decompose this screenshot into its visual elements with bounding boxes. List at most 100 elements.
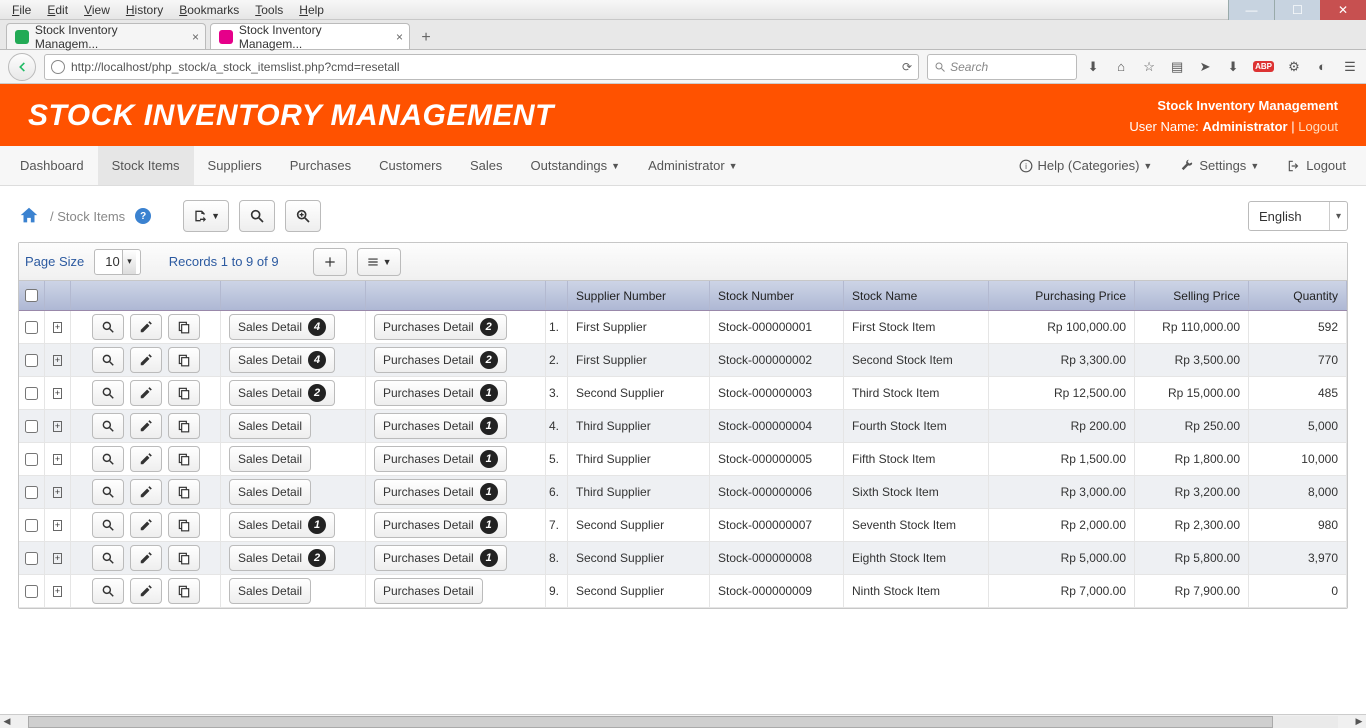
expand-icon[interactable]: +	[53, 520, 62, 531]
clipboard-icon[interactable]: ▤	[1169, 59, 1185, 75]
back-button[interactable]	[8, 53, 36, 81]
column-purchasing-price[interactable]: Purchasing Price	[989, 281, 1135, 310]
expand-icon[interactable]: +	[53, 553, 62, 564]
column-supplier[interactable]: Supplier Number	[568, 281, 710, 310]
edit-button[interactable]	[130, 413, 162, 439]
sales-detail-button[interactable]: Sales Detail	[229, 413, 311, 439]
view-button[interactable]	[92, 314, 124, 340]
purchases-detail-button[interactable]: Purchases Detail1	[374, 380, 507, 406]
bookmark-star-icon[interactable]: ☆	[1141, 59, 1157, 75]
purchases-detail-button[interactable]: Purchases Detail	[374, 578, 483, 604]
nav-logout[interactable]: Logout	[1273, 146, 1360, 185]
nav-purchases[interactable]: Purchases	[276, 146, 365, 185]
copy-button[interactable]	[168, 545, 200, 571]
expand-icon[interactable]: +	[53, 322, 62, 333]
edit-button[interactable]	[130, 578, 162, 604]
column-stock-number[interactable]: Stock Number	[710, 281, 844, 310]
scroll-left-icon[interactable]: ◀	[0, 716, 14, 727]
row-checkbox[interactable]	[25, 585, 38, 598]
nav-stock-items[interactable]: Stock Items	[98, 146, 194, 185]
view-button[interactable]	[92, 380, 124, 406]
view-button[interactable]	[92, 413, 124, 439]
purchases-detail-button[interactable]: Purchases Detail2	[374, 347, 507, 373]
copy-button[interactable]	[168, 446, 200, 472]
purchases-detail-button[interactable]: Purchases Detail1	[374, 545, 507, 571]
edit-button[interactable]	[130, 380, 162, 406]
row-checkbox[interactable]	[25, 420, 38, 433]
nav-administrator[interactable]: Administrator▼	[634, 146, 752, 185]
view-button[interactable]	[92, 446, 124, 472]
menu-history[interactable]: History	[118, 1, 171, 19]
row-checkbox[interactable]	[25, 552, 38, 565]
copy-button[interactable]	[168, 512, 200, 538]
purchases-detail-button[interactable]: Purchases Detail1	[374, 413, 507, 439]
purchases-detail-button[interactable]: Purchases Detail2	[374, 314, 507, 340]
sales-detail-button[interactable]: Sales Detail2	[229, 380, 335, 406]
sales-detail-button[interactable]: Sales Detail	[229, 446, 311, 472]
sales-detail-button[interactable]: Sales Detail4	[229, 347, 335, 373]
copy-button[interactable]	[168, 314, 200, 340]
home-icon[interactable]: ⌂	[1113, 59, 1129, 75]
expand-icon[interactable]: +	[53, 421, 62, 432]
nav-outstandings[interactable]: Outstandings▼	[517, 146, 635, 185]
scrollbar-track[interactable]	[28, 716, 1338, 728]
purchases-detail-button[interactable]: Purchases Detail1	[374, 512, 507, 538]
menu-view[interactable]: View	[76, 1, 118, 19]
nav-customers[interactable]: Customers	[365, 146, 456, 185]
url-input[interactable]: http://localhost/php_stock/a_stock_items…	[44, 54, 919, 80]
nav-sales[interactable]: Sales	[456, 146, 517, 185]
nav-help[interactable]: i Help (Categories)▼	[1005, 146, 1167, 185]
expand-icon[interactable]: +	[53, 454, 62, 465]
page-size-select[interactable]: 10	[94, 249, 140, 275]
select-all-checkbox[interactable]	[25, 289, 38, 302]
view-button[interactable]	[92, 545, 124, 571]
copy-button[interactable]	[168, 347, 200, 373]
sales-detail-button[interactable]: Sales Detail	[229, 479, 311, 505]
column-quantity[interactable]: Quantity	[1249, 281, 1347, 310]
menu-help[interactable]: Help	[291, 1, 332, 19]
row-checkbox[interactable]	[25, 387, 38, 400]
scrollbar-thumb[interactable]	[28, 716, 1273, 728]
reload-icon[interactable]: ⟳	[902, 60, 912, 74]
advanced-search-button[interactable]	[285, 200, 321, 232]
copy-button[interactable]	[168, 578, 200, 604]
bulk-actions-button[interactable]: ▼	[357, 248, 401, 276]
language-select[interactable]: English	[1248, 201, 1348, 231]
sales-detail-button[interactable]: Sales Detail	[229, 578, 311, 604]
save-page-icon[interactable]: ⬇	[1225, 59, 1241, 75]
edit-button[interactable]	[130, 512, 162, 538]
search-button[interactable]	[239, 200, 275, 232]
expand-icon[interactable]: +	[53, 586, 62, 597]
menu-edit[interactable]: Edit	[39, 1, 76, 19]
row-checkbox[interactable]	[25, 321, 38, 334]
view-button[interactable]	[92, 578, 124, 604]
view-button[interactable]	[92, 347, 124, 373]
add-button[interactable]	[313, 248, 347, 276]
help-badge[interactable]: ?	[135, 208, 151, 224]
row-checkbox[interactable]	[25, 453, 38, 466]
nav-dashboard[interactable]: Dashboard	[6, 146, 98, 185]
search-input[interactable]: Search	[927, 54, 1077, 80]
edit-button[interactable]	[130, 314, 162, 340]
copy-button[interactable]	[168, 413, 200, 439]
column-stock-name[interactable]: Stock Name	[844, 281, 989, 310]
horizontal-scrollbar[interactable]: ◀ ▶	[0, 714, 1366, 728]
refresh-circle-icon[interactable]: ◐	[1314, 59, 1330, 75]
abp-icon[interactable]: ABP	[1253, 61, 1274, 72]
expand-icon[interactable]: +	[53, 355, 62, 366]
edit-button[interactable]	[130, 479, 162, 505]
view-button[interactable]	[92, 479, 124, 505]
logout-link[interactable]: Logout	[1298, 119, 1338, 134]
close-tab-icon[interactable]: ×	[192, 30, 199, 44]
menu-tools[interactable]: Tools	[247, 1, 291, 19]
window-maximize-button[interactable]: ☐	[1274, 0, 1320, 20]
nav-settings[interactable]: Settings▼	[1166, 146, 1273, 185]
window-minimize-button[interactable]: —	[1228, 0, 1274, 20]
expand-icon[interactable]: +	[53, 388, 62, 399]
edit-button[interactable]	[130, 545, 162, 571]
export-button[interactable]: ▼	[183, 200, 229, 232]
edit-button[interactable]	[130, 446, 162, 472]
window-close-button[interactable]: ✕	[1320, 0, 1366, 20]
browser-tab[interactable]: Stock Inventory Managem...×	[210, 23, 410, 49]
nav-suppliers[interactable]: Suppliers	[194, 146, 276, 185]
